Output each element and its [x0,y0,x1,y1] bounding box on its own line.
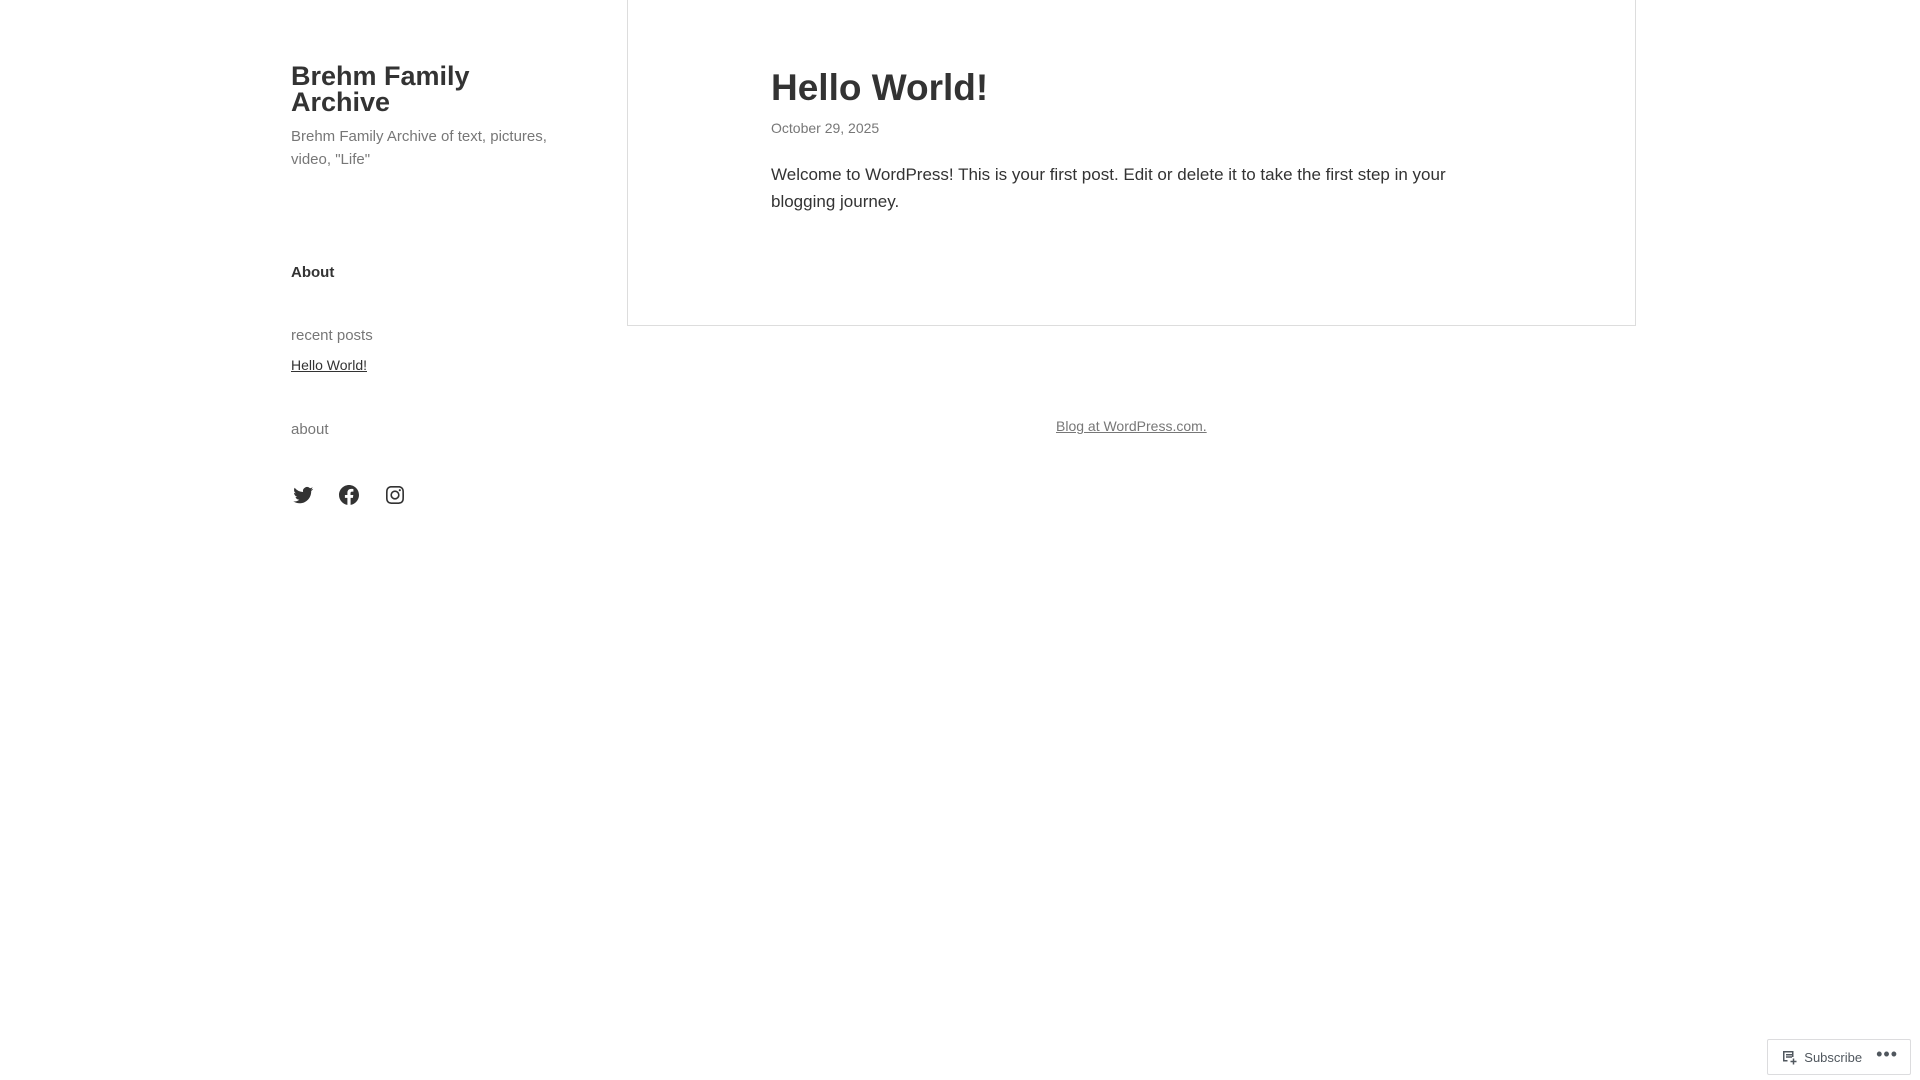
more-options-button[interactable]: ••• [1876,1045,1898,1069]
social-links [291,483,407,507]
nav-about-link[interactable]: About [291,264,334,281]
facebook-link[interactable] [337,483,361,507]
site-title: Brehm Family Archive [291,61,563,117]
reader-subscribe-icon [1783,1051,1797,1065]
recent-post-link[interactable]: Hello World! [291,356,373,374]
recent-posts-widget: recent posts Hello World! [291,327,373,374]
twitter-icon [293,486,314,504]
site-title-link[interactable]: Brehm Family Archive [291,61,470,117]
post-date[interactable]: October 29, 2025 [771,120,879,136]
page: Brehm Family Archive Brehm Family Archiv… [0,0,1920,1080]
site-description: Brehm Family Archive of text, pictures, … [291,128,547,168]
post-card: Hello World! October 29, 2025 Welcome to… [627,0,1636,326]
post-title[interactable]: Hello World! [771,68,988,108]
subscribe-button[interactable]: Subscribe [1780,1048,1862,1066]
facebook-icon [339,485,359,505]
post-content: Welcome to WordPress! This is your first… [771,165,1446,211]
subscribe-label: Subscribe [1804,1049,1863,1065]
about-widget-title: about [291,421,329,438]
recent-posts-title: recent posts [291,327,373,344]
footer-credit-link[interactable]: Blog at WordPress.com. [1056,418,1207,434]
about-widget: about [291,421,329,439]
twitter-link[interactable] [291,483,315,507]
subscribe-bar: Subscribe ••• [1767,1039,1911,1075]
sidebar: Brehm Family Archive Brehm Family Archiv… [291,61,563,505]
instagram-link[interactable] [383,483,407,507]
instagram-icon [386,486,404,504]
